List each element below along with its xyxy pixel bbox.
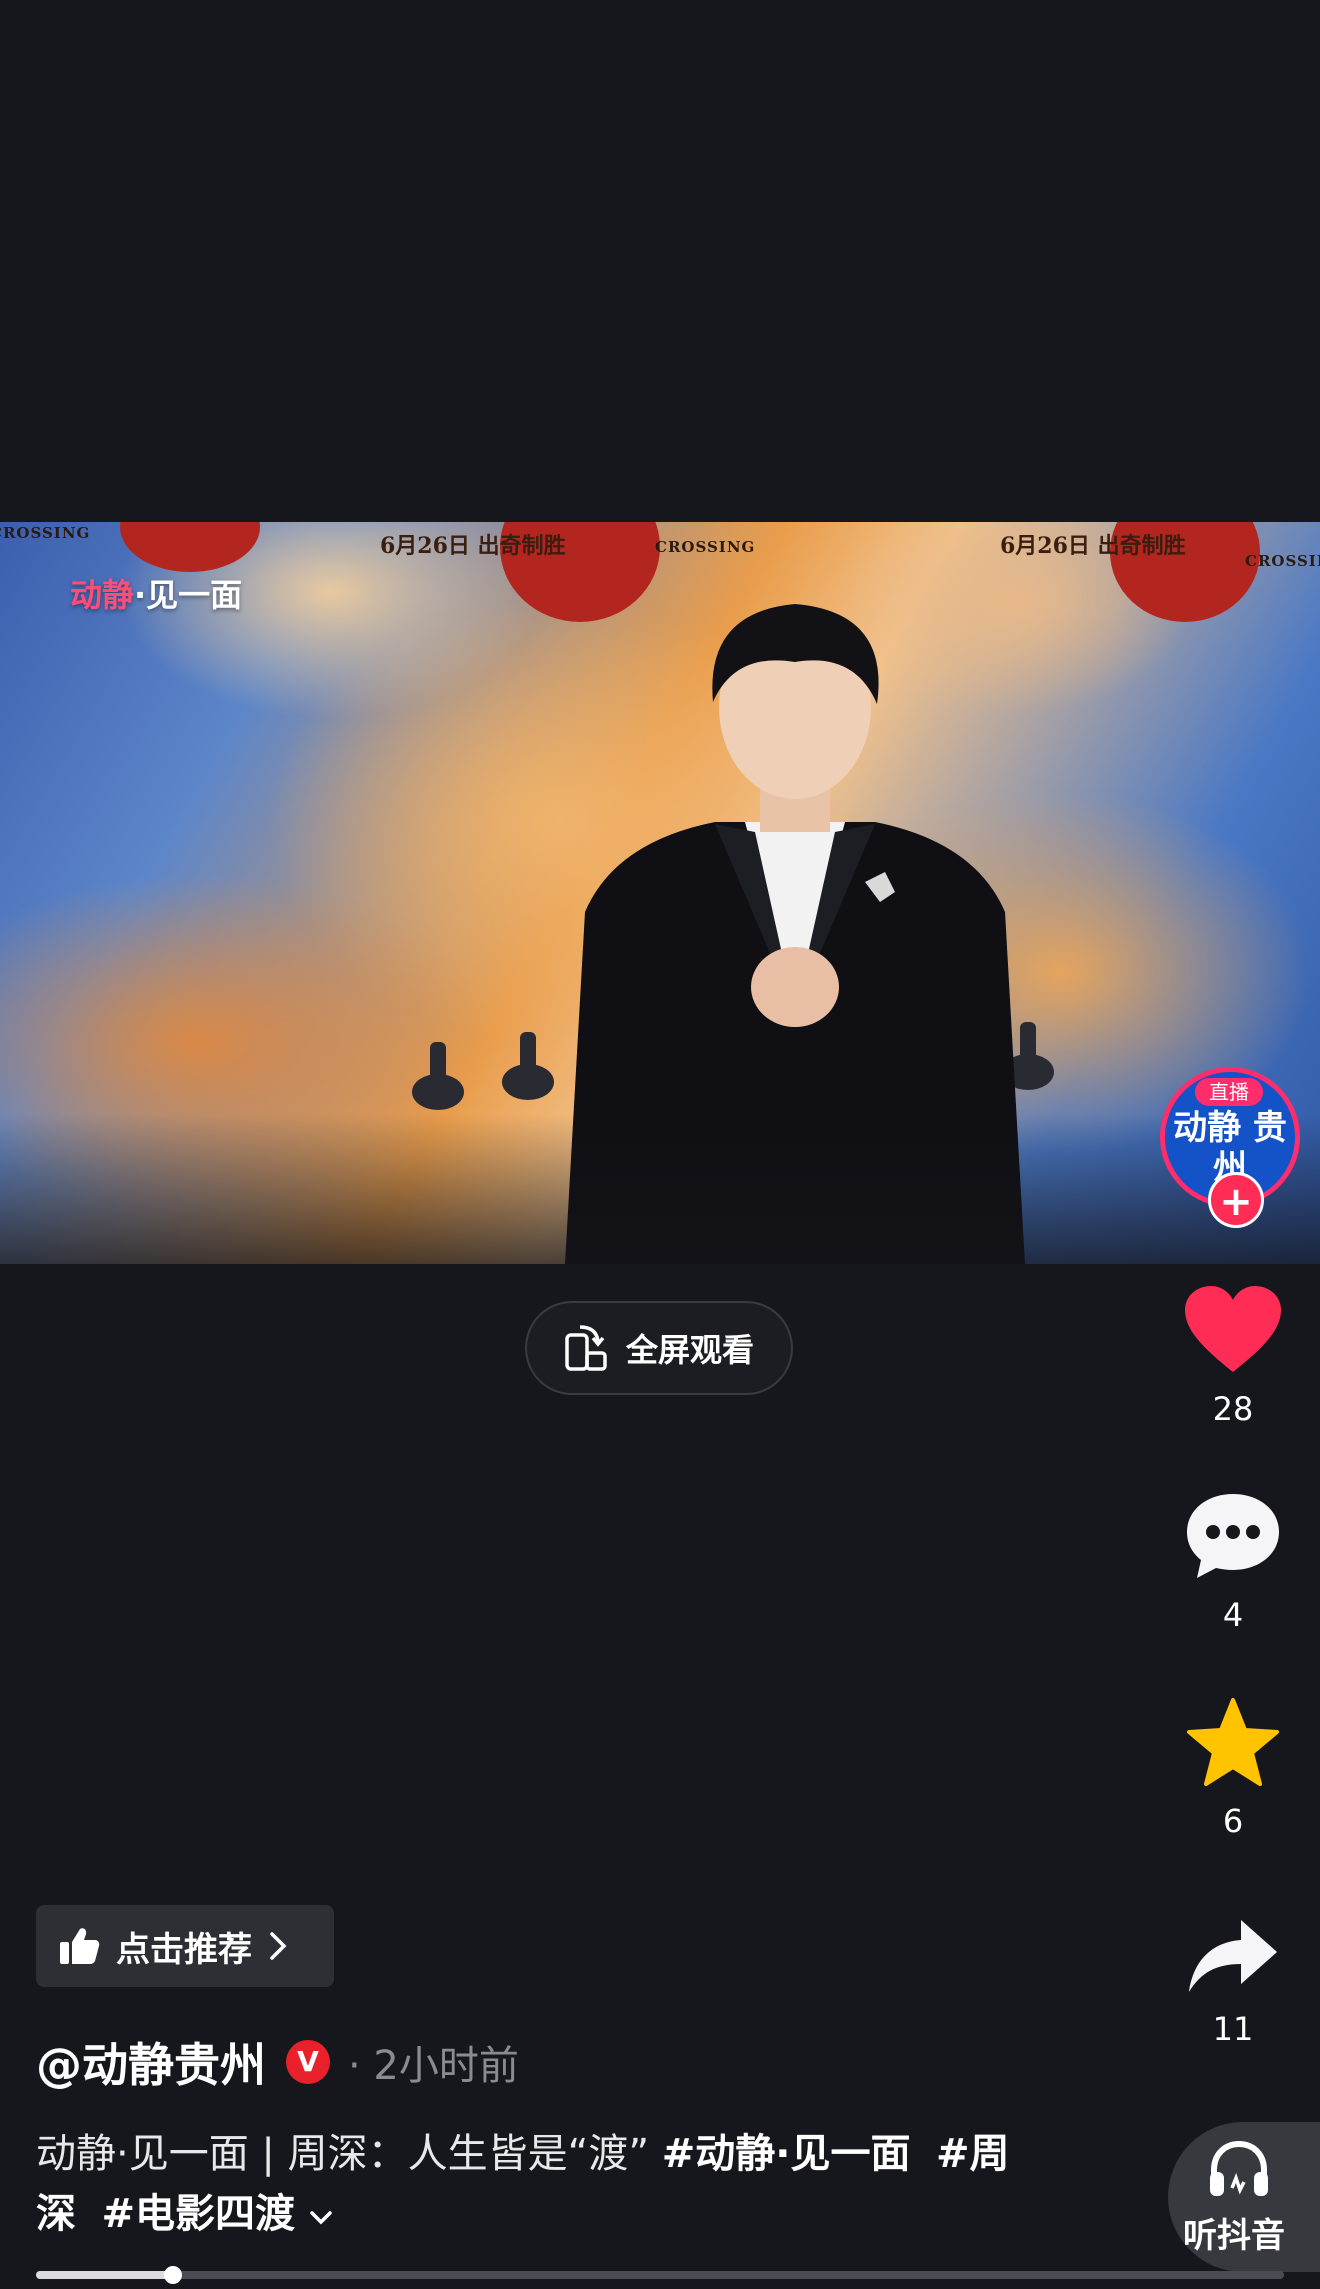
progress-fill — [36, 2271, 174, 2279]
thumbs-up-icon — [60, 1928, 100, 1964]
poster-date: 6月26日 出奇制胜 — [1000, 533, 1186, 559]
poster-title: CROSSING — [655, 538, 756, 556]
favorite-button[interactable]: 6 — [1170, 1696, 1296, 1840]
post-time: · 2小时前 — [348, 2043, 519, 2089]
logo-suffix: ·见一面 — [134, 576, 243, 614]
recommend-button[interactable]: 点击推荐 — [36, 1905, 334, 1987]
share-count: 11 — [1212, 2010, 1254, 2048]
star-icon — [1187, 1698, 1279, 1786]
live-tag: 直播 — [1195, 1078, 1263, 1106]
video-bottom-shade — [0, 1114, 1320, 1264]
poster-date: 6月26日 出奇制胜 — [380, 533, 566, 559]
comment-button[interactable]: 4 — [1170, 1490, 1296, 1634]
chevron-down-icon[interactable] — [308, 2209, 334, 2227]
video-progress-bar[interactable] — [36, 2266, 1284, 2284]
share-icon — [1189, 1920, 1277, 1992]
hashtag[interactable]: #动静·见一面 — [662, 2131, 911, 2177]
favorite-count: 6 — [1222, 1802, 1244, 1840]
poster-title: CROSSING — [0, 524, 91, 542]
like-count: 28 — [1212, 1390, 1254, 1428]
fullscreen-button[interactable]: 全屏观看 — [525, 1301, 793, 1395]
poster-title: CROSSING — [1245, 552, 1320, 570]
author-handle[interactable]: @动静贵州 — [36, 2029, 266, 2095]
poster-brush — [120, 522, 260, 572]
video-description[interactable]: 动静·见一面 | 周深：人生皆是“渡” #动静·见一面 #周深 #电影四渡 — [36, 2124, 1056, 2244]
author-row: @动静贵州 V · 2小时前 — [36, 2030, 519, 2094]
progress-knob[interactable] — [164, 2266, 183, 2284]
fullscreen-rotate-icon — [565, 1325, 607, 1371]
chevron-right-icon — [270, 1932, 287, 1960]
verified-badge: V — [286, 2040, 330, 2084]
logo-brand: 动静 — [70, 576, 135, 614]
like-button[interactable]: 28 — [1170, 1284, 1296, 1428]
description-text: 动静·见一面 | 周深：人生皆是“渡” — [36, 2131, 662, 2177]
comment-icon — [1187, 1494, 1279, 1578]
video-watermark-logo: 动静·见一面 — [70, 570, 242, 616]
heart-icon — [1185, 1286, 1281, 1372]
headphones-icon — [1210, 2140, 1268, 2196]
video-player[interactable]: 6月26日 出奇制胜 6月26日 出奇制胜 CROSSING CROSSING … — [0, 522, 1320, 1264]
recommend-label: 点击推荐 — [116, 1929, 252, 1970]
listen-button[interactable]: 听抖音 — [1168, 2122, 1320, 2272]
follow-plus-button[interactable]: + — [1208, 1172, 1264, 1228]
fullscreen-label: 全屏观看 — [625, 1331, 754, 1369]
comment-count: 4 — [1222, 1596, 1244, 1634]
share-button[interactable]: 11 — [1170, 1916, 1296, 2048]
hashtag[interactable]: #电影四渡 — [101, 2191, 295, 2237]
listen-label: 听抖音 — [1183, 2216, 1285, 2256]
